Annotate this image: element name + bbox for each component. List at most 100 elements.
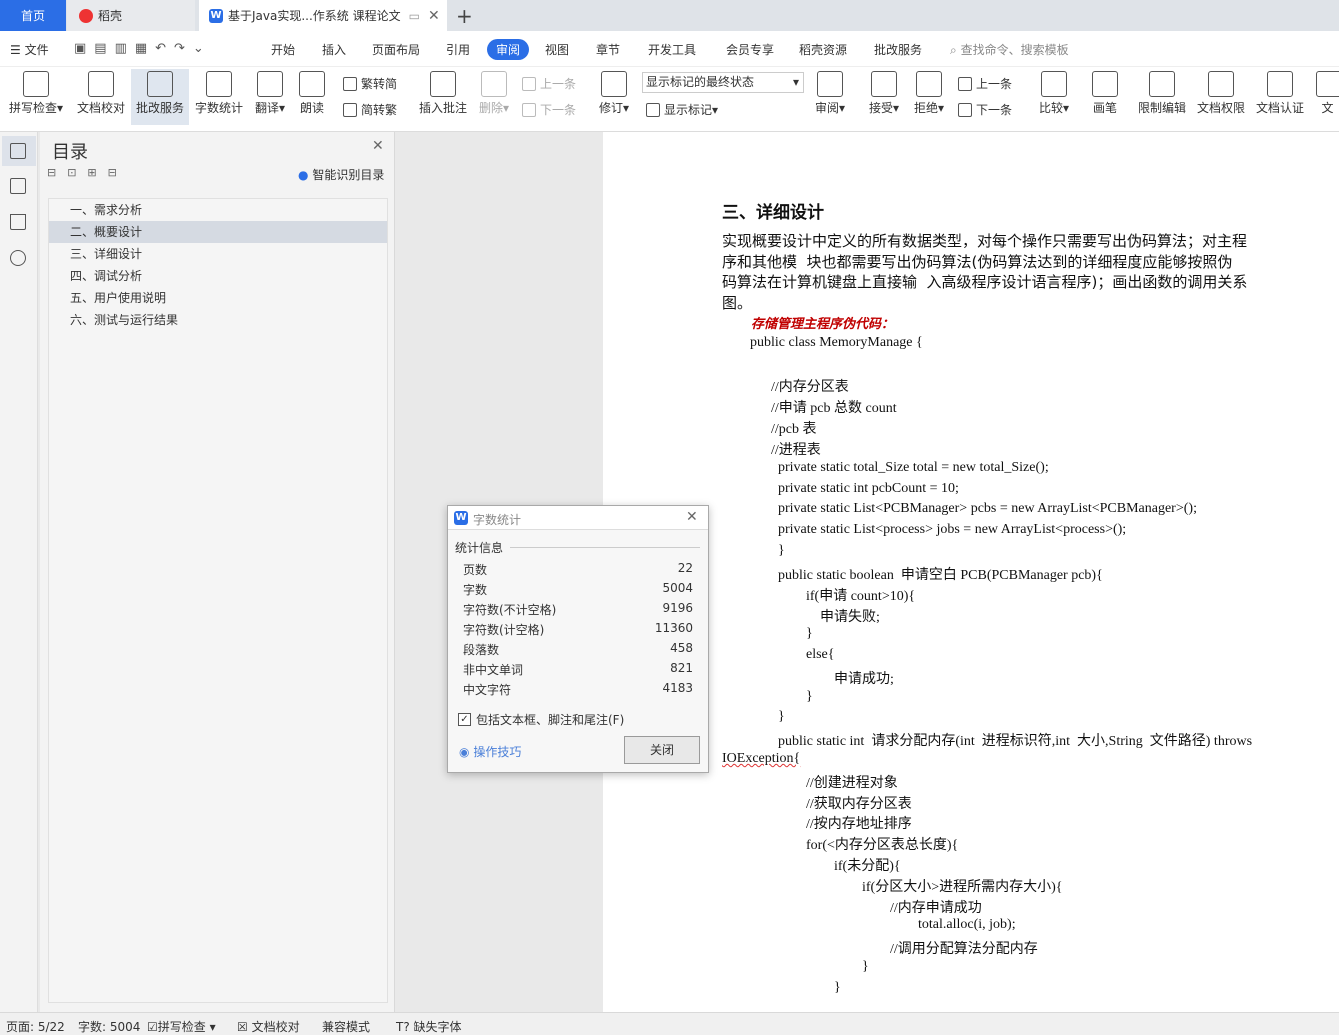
- code-line: if(未分配){: [834, 859, 901, 874]
- search-icon[interactable]: [10, 250, 26, 266]
- comment-icon: [430, 71, 456, 97]
- menu-view[interactable]: 视图: [545, 41, 569, 58]
- track-changes-button[interactable]: 修订▾: [596, 71, 632, 116]
- code-line: private static int pcbCount = 10;: [778, 481, 959, 496]
- next-comment-icon: [522, 102, 536, 117]
- word-count-indicator[interactable]: 字数: 5004: [78, 1018, 140, 1035]
- document-page[interactable]: 三、详细设计 实现概要设计中定义的所有数据类型，对每个操作只需要写出伪码算法；对…: [603, 132, 1339, 1012]
- tips-link[interactable]: ◉ 操作技巧: [459, 743, 521, 760]
- reject-button[interactable]: 拒绝▾: [911, 71, 947, 116]
- smart-toc-button[interactable]: ● 智能识别目录: [298, 166, 384, 183]
- review-pane-button[interactable]: 审阅▾: [812, 71, 848, 116]
- title-tab-bar: 首页 稻壳 W 基于Java实现...作系统 课程论文 ▭ ✕ +: [0, 0, 1339, 31]
- simp-trad-icon: [343, 102, 357, 117]
- menu-correction[interactable]: 批改服务: [874, 41, 922, 58]
- bookmark-icon[interactable]: [10, 214, 26, 230]
- next-change-button[interactable]: 下一条: [958, 101, 1012, 118]
- smart-toc-label: 智能识别目录: [312, 168, 385, 182]
- stat-value: 9196: [662, 601, 693, 615]
- markup-state-select[interactable]: 显示标记的最终状态 ▾: [642, 72, 804, 93]
- status-proofread[interactable]: ☒ 文档校对: [237, 1018, 300, 1035]
- menu-daoke-resources[interactable]: 稻壳资源: [799, 41, 847, 58]
- toc-list: 一、需求分析 二、概要设计 三、详细设计 四、调试分析 五、用户使用说明 六、测…: [48, 198, 388, 1003]
- page-indicator[interactable]: 页面: 5/22: [6, 1018, 65, 1035]
- close-icon[interactable]: ✕: [686, 509, 698, 525]
- dialog-title-bar[interactable]: W 字数统计 ✕: [448, 506, 708, 530]
- read-aloud-button[interactable]: 朗读: [296, 71, 328, 116]
- status-spell-check[interactable]: ☑拼写检查 ▾: [147, 1018, 216, 1035]
- spell-check-label: 拼写检查: [8, 101, 57, 115]
- toc-item[interactable]: 三、详细设计: [49, 243, 387, 265]
- toc-item[interactable]: 五、用户使用说明: [49, 287, 387, 309]
- toc-icon[interactable]: [10, 143, 26, 159]
- show-markup-button[interactable]: 显示标记 ▾: [646, 101, 718, 118]
- pin-icon[interactable]: ▭: [409, 9, 420, 23]
- close-tab-icon[interactable]: ✕: [428, 8, 440, 24]
- trad-to-simp-button[interactable]: 繁转简: [343, 75, 397, 92]
- stat-value: 5004: [662, 581, 693, 595]
- new-tab-icon[interactable]: +: [456, 4, 473, 28]
- toc-level-controls[interactable]: ⊟⊡⊞⊟: [47, 166, 128, 179]
- translate-button[interactable]: 翻译▾: [252, 71, 288, 116]
- code-line: public static boolean 申请空白 PCB(PCBManage…: [778, 568, 1103, 583]
- toc-item[interactable]: 六、测试与运行结果: [49, 309, 387, 331]
- menu-layout[interactable]: 页面布局: [372, 41, 420, 58]
- prev-comment-button[interactable]: 上一条: [522, 75, 576, 92]
- menu-member[interactable]: 会员专享: [726, 41, 774, 58]
- quick-access-icons[interactable]: ▣▤▥▦↶↷⌄: [74, 41, 212, 56]
- file-menu[interactable]: ☰ 文件: [10, 41, 49, 58]
- next-change-icon: [958, 102, 972, 117]
- include-textbox-checkbox[interactable]: ✓ 包括文本框、脚注和尾注(F): [458, 711, 624, 728]
- menu-reference[interactable]: 引用: [446, 41, 470, 58]
- correction-service-button[interactable]: 批改服务: [131, 69, 189, 125]
- missing-font-button[interactable]: T? 缺失字体: [396, 1018, 462, 1035]
- tab-daoke[interactable]: 稻壳: [67, 0, 195, 31]
- pen-icon: [1092, 71, 1118, 97]
- close-icon[interactable]: ✕: [372, 138, 384, 154]
- document-certify-button[interactable]: 文档认证: [1255, 71, 1305, 116]
- pen-button[interactable]: 画笔: [1090, 71, 1120, 116]
- spell-check-button[interactable]: 拼写检查▾: [6, 71, 66, 116]
- command-search-placeholder: 查找命令、搜索模板: [960, 43, 1069, 57]
- compare-button[interactable]: 比较▾: [1036, 71, 1072, 116]
- proofread-label: 文档校对: [76, 101, 125, 115]
- stat-label: 字符数(计空格): [463, 623, 545, 637]
- review-ribbon: 拼写检查▾ 文档校对 批改服务 字数统计 翻译▾ 朗读 繁转简 简转繁 插入批注…: [0, 67, 1339, 132]
- menu-devtools[interactable]: 开发工具: [648, 41, 696, 58]
- word-count-button[interactable]: 字数统计: [193, 71, 245, 116]
- chapter-icon[interactable]: [10, 178, 26, 194]
- writer-logo-icon: W: [454, 511, 468, 525]
- more-ribbon-button[interactable]: 文: [1316, 71, 1339, 116]
- tab-home[interactable]: 首页: [0, 0, 66, 31]
- toc-item[interactable]: 四、调试分析: [49, 265, 387, 287]
- tab-daoke-label: 稻壳: [98, 9, 123, 23]
- menu-start[interactable]: 开始: [271, 41, 295, 58]
- menu-chapter[interactable]: 章节: [596, 41, 620, 58]
- accept-icon: [871, 71, 897, 97]
- prev-comment-label: 上一条: [540, 77, 577, 91]
- stat-value: 821: [670, 661, 693, 675]
- track-changes-label: 修订: [598, 101, 623, 115]
- read-aloud-icon: [299, 71, 325, 97]
- accept-button[interactable]: 接受▾: [866, 71, 902, 116]
- prev-change-button[interactable]: 上一条: [958, 75, 1012, 92]
- simp-to-trad-button[interactable]: 简转繁: [343, 101, 397, 118]
- play-circle-icon: ◉: [459, 745, 470, 759]
- delete-comment-button[interactable]: 删除▾: [476, 71, 512, 116]
- restrict-editing-button[interactable]: 限制编辑: [1137, 71, 1187, 116]
- menu-insert[interactable]: 插入: [322, 41, 346, 58]
- restrict-editing-label: 限制编辑: [1137, 101, 1186, 115]
- next-comment-button[interactable]: 下一条: [522, 101, 576, 118]
- correction-label: 批改服务: [135, 101, 184, 115]
- menu-review[interactable]: 审阅: [487, 39, 530, 60]
- proofread-button[interactable]: 文档校对: [74, 71, 128, 116]
- insert-comment-button[interactable]: 插入批注: [416, 71, 470, 116]
- document-permission-button[interactable]: 文档权限: [1196, 71, 1246, 116]
- close-button[interactable]: 关闭: [624, 736, 700, 764]
- command-search[interactable]: ⌕ 查找命令、搜索模板: [950, 41, 1069, 58]
- more-icon: [1316, 71, 1339, 97]
- tab-document[interactable]: W 基于Java实现...作系统 课程论文 ▭ ✕: [199, 0, 447, 31]
- toc-item-selected[interactable]: 二、概要设计: [49, 221, 387, 243]
- code-line: total.alloc(i, job);: [918, 917, 1016, 932]
- toc-item[interactable]: 一、需求分析: [49, 199, 387, 221]
